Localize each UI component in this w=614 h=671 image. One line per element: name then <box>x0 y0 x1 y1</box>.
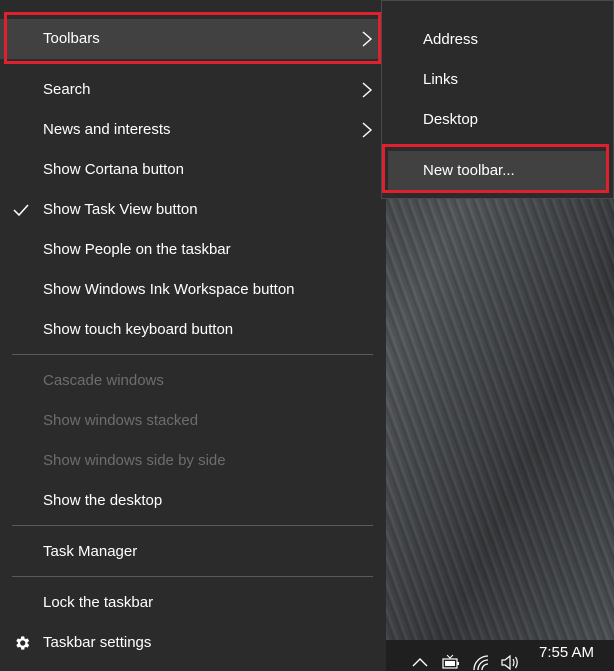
battery-icon[interactable] <box>441 654 461 671</box>
highlight-box-toolbars <box>4 12 381 64</box>
menu-item-label: Show the desktop <box>43 492 163 509</box>
chevron-right-icon <box>362 122 373 138</box>
taskbar-clock[interactable]: 7:55 AM <box>539 644 594 661</box>
menu-item-cascade-windows: Cascade windows <box>0 361 386 401</box>
menu-separator <box>12 354 373 355</box>
menu-item-taskbar-settings[interactable]: Taskbar settings <box>0 623 386 663</box>
menu-item-show-cortana-button[interactable]: Show Cortana button <box>0 150 386 190</box>
wifi-icon[interactable] <box>472 654 492 671</box>
volume-icon[interactable] <box>500 654 520 671</box>
submenu-item-label: Desktop <box>423 111 479 128</box>
menu-item-show-touch-keyboard[interactable]: Show touch keyboard button <box>0 310 386 350</box>
submenu-item-label: Address <box>423 31 479 48</box>
menu-item-show-windows-stacked: Show windows stacked <box>0 401 386 441</box>
submenu-item-address[interactable]: Address <box>382 20 613 60</box>
submenu-item-label: Links <box>423 71 459 88</box>
menu-item-label: Cascade windows <box>43 372 164 389</box>
menu-item-label: Lock the taskbar <box>43 594 154 611</box>
submenu-item-desktop[interactable]: Desktop <box>382 100 613 140</box>
menu-item-label: Show Cortana button <box>43 161 184 178</box>
menu-item-show-windows-side-by-side: Show windows side by side <box>0 441 386 481</box>
menu-item-label: Show Task View button <box>43 201 198 218</box>
taskbar: 7:55 AM <box>386 640 614 671</box>
gear-icon <box>16 636 30 650</box>
taskbar-context-menu: Toolbars Search News and interests Show … <box>0 0 386 671</box>
menu-item-show-the-desktop[interactable]: Show the desktop <box>0 481 386 521</box>
menu-separator <box>12 525 373 526</box>
menu-item-search[interactable]: Search <box>0 70 386 110</box>
menu-item-label: News and interests <box>43 121 171 138</box>
menu-item-label: Show windows stacked <box>43 412 199 429</box>
menu-item-label: Show windows side by side <box>43 452 226 469</box>
menu-item-show-windows-ink[interactable]: Show Windows Ink Workspace button <box>0 270 386 310</box>
menu-item-news-and-interests[interactable]: News and interests <box>0 110 386 150</box>
menu-item-show-task-view-button[interactable]: Show Task View button <box>0 190 386 230</box>
menu-item-label: Show touch keyboard button <box>43 321 234 338</box>
checkmark-icon <box>13 204 29 217</box>
menu-item-label: Show Windows Ink Workspace button <box>43 281 295 298</box>
menu-separator <box>12 576 373 577</box>
menu-item-label: Show People on the taskbar <box>43 241 231 258</box>
menu-item-label: Task Manager <box>43 543 138 560</box>
menu-item-label: Search <box>43 81 91 98</box>
menu-item-label: Taskbar settings <box>43 634 152 651</box>
menu-item-task-manager[interactable]: Task Manager <box>0 532 386 572</box>
submenu-item-links[interactable]: Links <box>382 60 613 100</box>
highlight-box-new-toolbar <box>382 144 609 193</box>
menu-item-lock-the-taskbar[interactable]: Lock the taskbar <box>0 583 386 623</box>
chevron-up-icon[interactable] <box>412 656 428 668</box>
menu-item-show-people[interactable]: Show People on the taskbar <box>0 230 386 270</box>
chevron-right-icon <box>362 82 373 98</box>
